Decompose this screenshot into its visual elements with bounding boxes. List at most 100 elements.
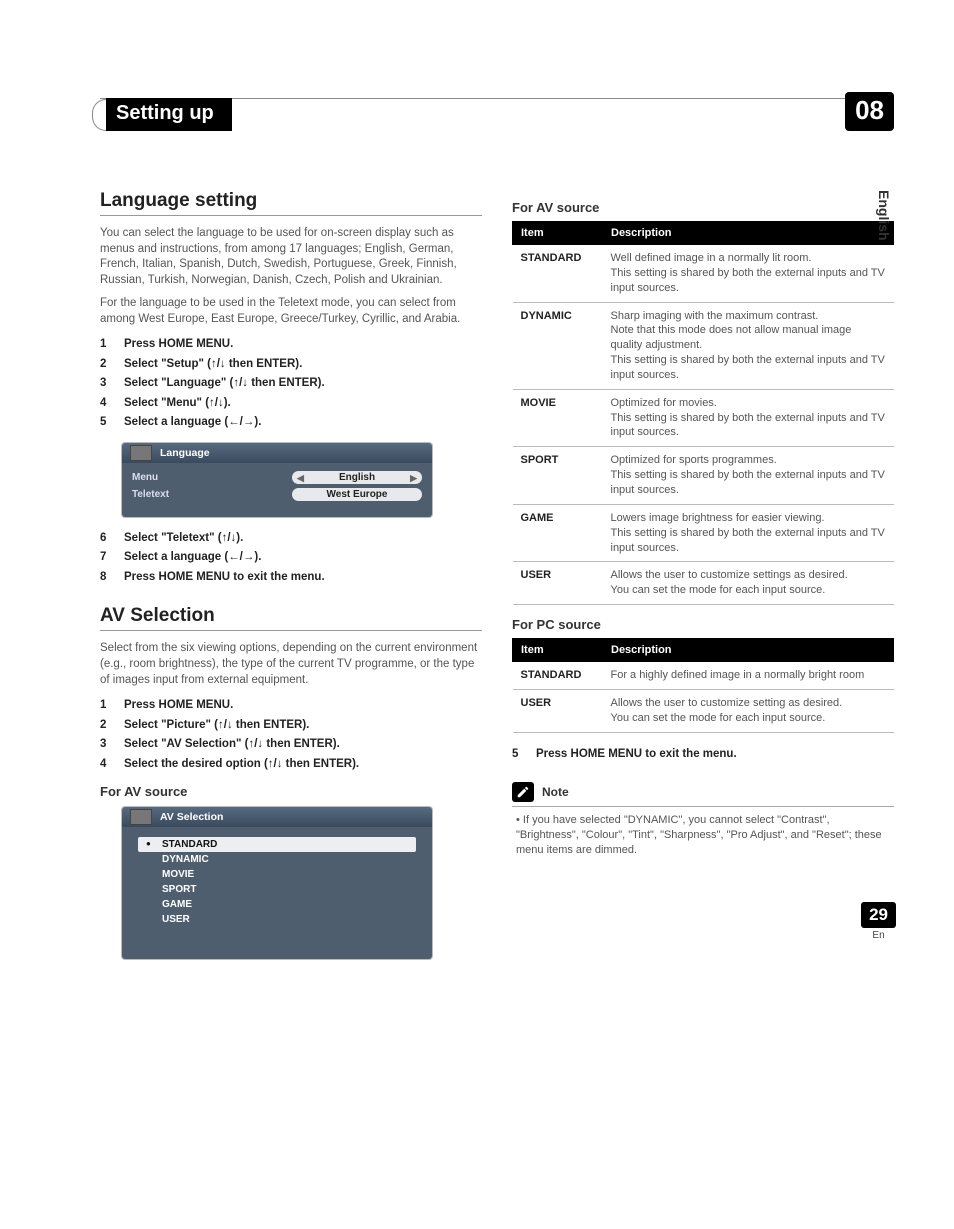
- chapter-number: 08: [845, 92, 894, 131]
- osd-row-label: Teletext: [132, 489, 292, 500]
- osd-av-title-text: AV Selection: [160, 811, 223, 823]
- osd-list-item[interactable]: USER: [138, 912, 416, 927]
- step-item: 4 Select "Menu" (↑/↓).: [100, 394, 482, 414]
- table-row: STANDARDWell defined image in a normally…: [513, 245, 894, 303]
- heading-language-setting: Language setting: [100, 190, 482, 216]
- step-item: 4 Select the desired option (↑/↓ then ENT…: [100, 755, 482, 775]
- step-5-text: Press HOME MENU to exit the menu.: [536, 745, 737, 765]
- page-number-lang: En: [861, 930, 896, 941]
- th-item: Item: [513, 639, 603, 662]
- cell-item: USER: [513, 689, 603, 732]
- osd-language: Language MenuEnglish◀▶TeletextWest Europ…: [122, 443, 432, 517]
- osd-av-list: STANDARDDYNAMICMOVIESPORTGAMEUSER: [132, 833, 422, 945]
- osd-row: MenuEnglish◀▶: [132, 469, 422, 486]
- step-text: Select "Language" (↑/↓ then ENTER).: [124, 374, 325, 394]
- osd-row: TeletextWest Europe: [132, 486, 422, 503]
- step-item: 7Select a language (←/→).: [100, 548, 482, 568]
- language-paragraph-2: For the language to be used in the Telet…: [100, 296, 482, 327]
- step-text: Select "Menu" (↑/↓).: [124, 394, 231, 414]
- step-5: 5 Press HOME MENU to exit the menu.: [512, 745, 894, 765]
- side-language-label: English: [876, 190, 892, 241]
- left-column: Language setting You can select the lang…: [100, 190, 482, 971]
- osd-row-value[interactable]: West Europe: [292, 488, 422, 501]
- step-number: 8: [100, 568, 114, 588]
- cell-description: Well defined image in a normally lit roo…: [603, 245, 894, 303]
- step-text: Select "Picture" (↑/↓ then ENTER).: [124, 716, 309, 736]
- step-number: 7: [100, 548, 114, 568]
- av-paragraph: Select from the six viewing options, dep…: [100, 641, 482, 688]
- table-row: USERAllows the user to customize setting…: [513, 562, 894, 605]
- table-row: SPORTOptimized for sports programmes.Thi…: [513, 447, 894, 505]
- cell-item: SPORT: [513, 447, 603, 505]
- table-row: USERAllows the user to customize setting…: [513, 689, 894, 732]
- cell-description: Optimized for movies.This setting is sha…: [603, 389, 894, 447]
- tv-icon: [130, 809, 152, 825]
- step-item: 2Select "Picture" (↑/↓ then ENTER).: [100, 716, 482, 736]
- step-text: Select "Setup" (↑/↓ then ENTER).: [124, 355, 302, 375]
- page-number: 29 En: [861, 902, 896, 941]
- note-box: Note If you have selected "DYNAMIC", you…: [512, 782, 894, 858]
- table-pc-source: Item Description STANDARDFor a highly de…: [512, 638, 894, 733]
- cell-item: MOVIE: [513, 389, 603, 447]
- subheading-for-av-source-left: For AV source: [100, 784, 482, 799]
- right-column: For AV source Item Description STANDARDW…: [512, 190, 894, 971]
- page-number-value: 29: [861, 902, 896, 928]
- arrow-left-icon[interactable]: ◀: [297, 473, 304, 484]
- step-number: 4: [100, 755, 114, 775]
- language-steps-b: 6 Select "Teletext" (↑/↓).7Select a langu…: [100, 529, 482, 588]
- cell-description: Sharp imaging with the maximum contrast.…: [603, 302, 894, 389]
- osd-av-body: STANDARDDYNAMICMOVIESPORTGAMEUSER: [122, 827, 432, 959]
- osd-language-title: Language: [122, 443, 432, 463]
- cell-description: Allows the user to customize settings as…: [603, 562, 894, 605]
- step-item: 2Select "Setup" (↑/↓ then ENTER).: [100, 355, 482, 375]
- osd-list-item[interactable]: MOVIE: [138, 867, 416, 882]
- step-text: Select "Teletext" (↑/↓).: [124, 529, 243, 549]
- step-text: Press HOME MENU.: [124, 696, 233, 716]
- language-paragraph-1: You can select the language to be used f…: [100, 226, 482, 288]
- heading-av-selection: AV Selection: [100, 605, 482, 631]
- note-text: If you have selected "DYNAMIC", you cann…: [512, 813, 894, 858]
- step-item: 5 Select a language (←/→).: [100, 413, 482, 433]
- step-number: 5: [100, 413, 114, 433]
- table-row: DYNAMICSharp imaging with the maximum co…: [513, 302, 894, 389]
- osd-list-item[interactable]: STANDARD: [138, 837, 416, 852]
- step-text: Select a language (←/→).: [124, 413, 261, 433]
- subheading-for-pc-source: For PC source: [512, 617, 894, 632]
- cell-item: STANDARD: [513, 245, 603, 303]
- pencil-icon: [512, 782, 534, 802]
- osd-list-item[interactable]: GAME: [138, 897, 416, 912]
- table-av-source: Item Description STANDARDWell defined im…: [512, 221, 894, 605]
- step-number: 4: [100, 394, 114, 414]
- osd-av-selection: AV Selection STANDARDDYNAMICMOVIESPORTGA…: [122, 807, 432, 959]
- arrow-right-icon[interactable]: ▶: [410, 473, 417, 484]
- subheading-for-av-source-right: For AV source: [512, 200, 894, 215]
- cell-item: STANDARD: [513, 662, 603, 690]
- step-item: 3Select "Language" (↑/↓ then ENTER).: [100, 374, 482, 394]
- step-5-number: 5: [512, 745, 526, 765]
- table-row: MOVIEOptimized for movies.This setting i…: [513, 389, 894, 447]
- av-steps: 1 Press HOME MENU.2Select "Picture" (↑/↓ …: [100, 696, 482, 774]
- cell-description: For a highly defined image in a normally…: [603, 662, 894, 690]
- tab-cap: [92, 99, 106, 131]
- osd-row-value[interactable]: English◀▶: [292, 471, 422, 484]
- step-number: 6: [100, 529, 114, 549]
- step-5-item: 5 Press HOME MENU to exit the menu.: [512, 745, 894, 765]
- cell-description: Allows the user to customize setting as …: [603, 689, 894, 732]
- cell-item: GAME: [513, 504, 603, 562]
- step-text: Press HOME MENU.: [124, 335, 233, 355]
- step-text: Select the desired option (↑/↓ then ENTE…: [124, 755, 359, 775]
- osd-language-body: MenuEnglish◀▶TeletextWest Europe: [122, 463, 432, 517]
- osd-av-title: AV Selection: [122, 807, 432, 827]
- osd-list-item[interactable]: DYNAMIC: [138, 852, 416, 867]
- step-number: 1: [100, 696, 114, 716]
- chapter-tab: Setting up: [92, 98, 232, 131]
- table-row: GAMELowers image brightness for easier v…: [513, 504, 894, 562]
- step-item: 1 Press HOME MENU.: [100, 335, 482, 355]
- cell-description: Lowers image brightness for easier viewi…: [603, 504, 894, 562]
- osd-list-item[interactable]: SPORT: [138, 882, 416, 897]
- step-text: Press HOME MENU to exit the menu.: [124, 568, 325, 588]
- step-number: 3: [100, 735, 114, 755]
- th-description: Description: [603, 639, 894, 662]
- step-number: 1: [100, 335, 114, 355]
- page: Setting up 08 English Language setting Y…: [0, 0, 954, 1011]
